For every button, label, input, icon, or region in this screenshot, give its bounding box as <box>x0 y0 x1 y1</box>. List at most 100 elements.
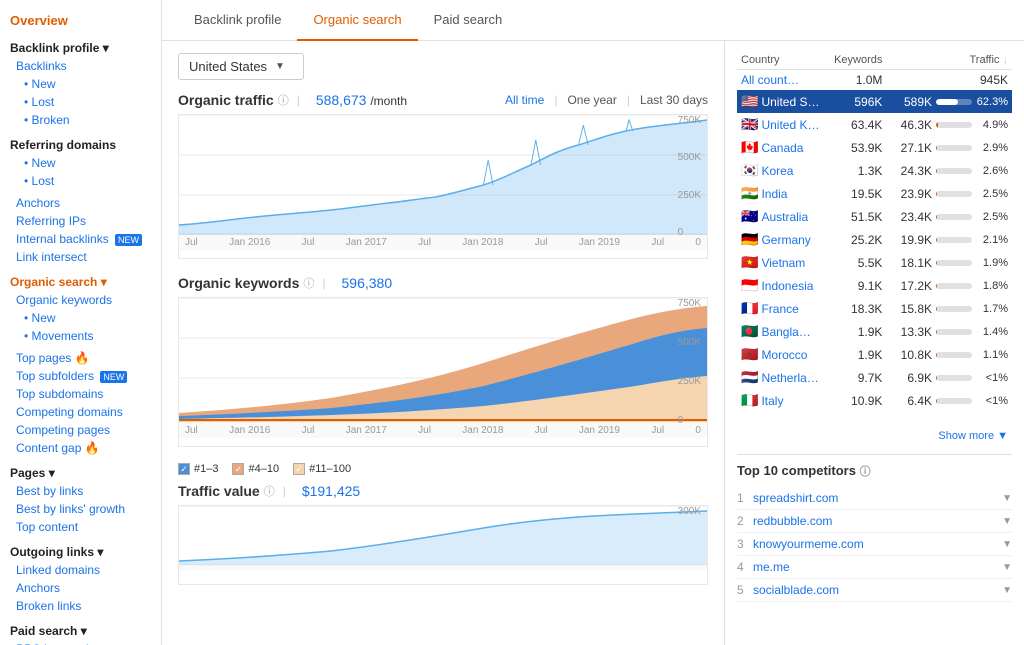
competitor-name[interactable]: knowyourmeme.com <box>753 537 1002 551</box>
time-filter-last30[interactable]: Last 30 days <box>640 93 708 107</box>
table-row: 🇰🇷Korea1.3K24.3K2.6% <box>737 159 1012 182</box>
keywords-cell: 5.5K <box>827 251 886 274</box>
competitor-dropdown-icon[interactable]: ▼ <box>1002 585 1012 596</box>
legend-item-11-100[interactable]: ✓ #11–100 <box>293 463 351 475</box>
sidebar-item-best-by-links[interactable]: Best by links <box>0 482 161 500</box>
legend-item-1-3[interactable]: ✓ #1–3 <box>178 463 218 475</box>
sidebar-item-pages[interactable]: Pages ▾ <box>0 461 161 482</box>
tab-organic-search[interactable]: Organic search <box>297 0 417 41</box>
keywords-cell: 1.9K <box>827 343 886 366</box>
sidebar-item-organic-keywords[interactable]: Organic keywords <box>0 291 161 309</box>
country-name[interactable]: Vietnam <box>761 256 805 270</box>
sidebar-item-best-by-links-growth[interactable]: Best by links' growth <box>0 500 161 518</box>
sidebar-item-backlink-profile[interactable]: Backlink profile ▾ <box>0 36 161 57</box>
sidebar-item-backlinks[interactable]: Backlinks <box>0 57 161 75</box>
country-flag: 🇮🇹 <box>741 392 758 408</box>
time-filter-alltime[interactable]: All time <box>505 93 544 107</box>
traffic-bar-fill <box>936 283 937 289</box>
show-more-button[interactable]: Show more ▼ <box>737 426 1012 446</box>
competitor-name[interactable]: socialblade.com <box>753 583 1002 597</box>
traffic-value-chart: 300K <box>178 505 708 585</box>
sidebar-item-new-ref-domains[interactable]: • New <box>0 154 161 172</box>
organic-traffic-value: 588,673 /month <box>316 92 407 108</box>
keywords-cell: 1.9K <box>827 320 886 343</box>
sidebar-item-organic-search[interactable]: Organic search ▾ <box>0 270 161 291</box>
sidebar-item-paid-search[interactable]: Paid search ▾ <box>0 619 161 640</box>
competitor-dropdown-icon[interactable]: ▼ <box>1002 539 1012 550</box>
country-name[interactable]: France <box>761 302 798 316</box>
sidebar-item-link-intersect[interactable]: Link intersect <box>0 248 161 266</box>
keywords-cell: 19.5K <box>827 182 886 205</box>
table-row: 🇻🇳Vietnam5.5K18.1K1.9% <box>737 251 1012 274</box>
country-name[interactable]: United K… <box>761 118 819 132</box>
competitor-name[interactable]: spreadshirt.com <box>753 491 1002 505</box>
sidebar-item-broken-backlinks[interactable]: • Broken <box>0 111 161 129</box>
time-filter-oneyear[interactable]: One year <box>567 93 616 107</box>
country-name[interactable]: United S… <box>761 95 819 109</box>
country-cell: 🇮🇹Italy <box>737 389 827 412</box>
competitor-dropdown-icon[interactable]: ▼ <box>1002 562 1012 573</box>
sidebar-item-competing-domains[interactable]: Competing domains <box>0 403 161 421</box>
country-col-header: Country <box>737 51 827 70</box>
country-name[interactable]: Australia <box>761 210 808 224</box>
country-name[interactable]: Italy <box>761 394 783 408</box>
tab-backlink-profile[interactable]: Backlink profile <box>178 0 297 41</box>
legend-checkbox-4-10: ✓ <box>232 463 244 475</box>
country-name[interactable]: All count… <box>741 73 799 87</box>
sidebar-item-content-gap[interactable]: Content gap 🔥 <box>0 439 161 457</box>
sidebar-item-referring-ips[interactable]: Referring IPs <box>0 212 161 230</box>
sidebar-item-movements[interactable]: • Movements <box>0 327 161 345</box>
competitor-dropdown-icon[interactable]: ▼ <box>1002 493 1012 504</box>
sidebar-item-linked-domains[interactable]: Linked domains <box>0 561 161 579</box>
sidebar-item-new-organic[interactable]: • New <box>0 309 161 327</box>
sidebar-item-top-subfolders[interactable]: Top subfolders NEW <box>0 367 161 385</box>
country-name[interactable]: Indonesia <box>761 279 813 293</box>
traffic-value-header: Traffic value ⓘ | $191,425 <box>178 483 708 499</box>
sidebar-item-competing-pages[interactable]: Competing pages <box>0 421 161 439</box>
traffic-bar-bg <box>936 398 972 404</box>
country-cell: 🇻🇳Vietnam <box>737 251 827 274</box>
country-name[interactable]: Canada <box>761 141 803 155</box>
country-flag: 🇧🇩 <box>741 323 758 339</box>
country-name[interactable]: Germany <box>761 233 810 247</box>
traffic-bar-fill <box>936 306 937 312</box>
charts-area: United States ▼ Organic traffic ⓘ | 588,… <box>162 41 724 645</box>
overview-link[interactable]: Overview <box>10 13 68 28</box>
sidebar-item-broken-links[interactable]: Broken links <box>0 597 161 615</box>
country-cell: 🇳🇱Netherla… <box>737 366 827 389</box>
sidebar-item-referring-domains[interactable]: Referring domains <box>0 133 161 154</box>
sidebar-item-anchors[interactable]: Anchors <box>0 194 161 212</box>
sidebar-item-lost-backlinks[interactable]: • Lost <box>0 93 161 111</box>
legend-item-4-10[interactable]: ✓ #4–10 <box>232 463 279 475</box>
country-flag: 🇨🇦 <box>741 139 758 155</box>
table-row: 🇮🇩Indonesia9.1K17.2K1.8% <box>737 274 1012 297</box>
traffic-bar-fill <box>936 99 958 105</box>
country-flag: 🇻🇳 <box>741 254 758 270</box>
country-cell: 🇦🇺Australia <box>737 205 827 228</box>
time-filter: All time | One year | Last 30 days <box>505 93 708 107</box>
country-name[interactable]: Netherla… <box>761 371 818 385</box>
competitor-name[interactable]: redbubble.com <box>753 514 1002 528</box>
country-dropdown[interactable]: United States ▼ <box>178 53 304 80</box>
sidebar-item-top-content[interactable]: Top content <box>0 518 161 536</box>
competitor-dropdown-icon[interactable]: ▼ <box>1002 516 1012 527</box>
country-name[interactable]: Morocco <box>761 348 807 362</box>
traffic-pct-text: 1.9% <box>976 257 1008 269</box>
country-name[interactable]: Korea <box>761 164 793 178</box>
competitor-name[interactable]: me.me <box>753 560 1002 574</box>
sidebar-item-top-pages[interactable]: Top pages 🔥 <box>0 349 161 367</box>
new-badge: NEW <box>115 234 142 246</box>
sidebar-item-outgoing-links[interactable]: Outgoing links ▾ <box>0 540 161 561</box>
tab-paid-search[interactable]: Paid search <box>418 0 519 41</box>
sidebar-item-internal-backlinks[interactable]: Internal backlinks NEW <box>0 230 161 248</box>
sidebar-item-top-subdomains[interactable]: Top subdomains <box>0 385 161 403</box>
country-flag: 🇺🇸 <box>741 93 758 109</box>
sidebar-item-lost-ref-domains[interactable]: • Lost <box>0 172 161 190</box>
competitor-number: 2 <box>737 514 753 528</box>
sidebar-item-ppc-keywords[interactable]: PPC keywords <box>0 640 161 645</box>
sidebar-item-new-backlinks[interactable]: • New <box>0 75 161 93</box>
country-name[interactable]: Bangla… <box>761 325 810 339</box>
country-name[interactable]: India <box>761 187 787 201</box>
sidebar-item-anchors-out[interactable]: Anchors <box>0 579 161 597</box>
country-cell: 🇩🇪Germany <box>737 228 827 251</box>
